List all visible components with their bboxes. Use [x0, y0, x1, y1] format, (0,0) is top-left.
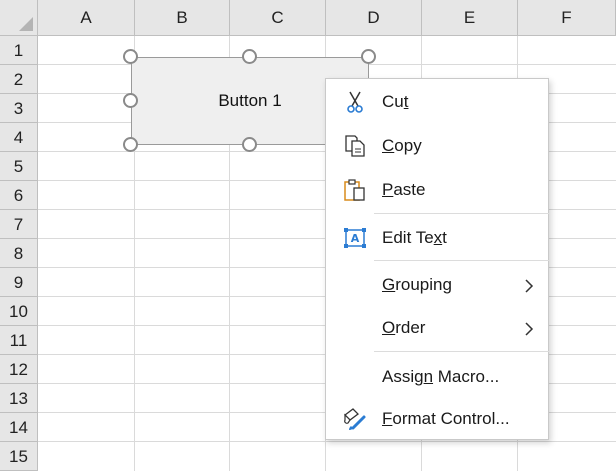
- chevron-right-icon: [522, 278, 536, 293]
- row-header-15[interactable]: 15: [0, 442, 38, 471]
- menu-separator: [374, 260, 549, 261]
- menu-item-paste[interactable]: Paste: [326, 170, 548, 210]
- format-control-icon: [342, 406, 368, 432]
- chevron-right-icon: [522, 321, 536, 336]
- gridline: [38, 441, 616, 442]
- row-header-12[interactable]: 12: [0, 355, 38, 384]
- menu-item-label: Grouping: [382, 275, 452, 294]
- menu-separator: [374, 351, 549, 352]
- column-header-f[interactable]: F: [518, 0, 616, 36]
- scissors-icon: [342, 89, 368, 115]
- row-header-11[interactable]: 11: [0, 326, 38, 355]
- resize-handle-top[interactable]: [242, 49, 257, 64]
- select-all-corner[interactable]: [0, 0, 38, 36]
- column-header-c[interactable]: C: [230, 0, 326, 36]
- select-all-triangle-icon: [19, 17, 33, 31]
- row-header-1[interactable]: 1: [0, 36, 38, 65]
- menu-item-cut[interactable]: Cut: [326, 82, 548, 122]
- resize-handle-bottom[interactable]: [242, 137, 257, 152]
- row-header-10[interactable]: 10: [0, 297, 38, 326]
- resize-handle-bottom-left[interactable]: [123, 137, 138, 152]
- menu-separator: [374, 213, 549, 214]
- menu-item-grouping[interactable]: Grouping: [326, 265, 548, 305]
- menu-item-order[interactable]: Order: [326, 308, 548, 348]
- resize-handle-left[interactable]: [123, 93, 138, 108]
- row-header-7[interactable]: 7: [0, 210, 38, 239]
- edit-text-icon: A: [342, 225, 368, 251]
- row-header-14[interactable]: 14: [0, 413, 38, 442]
- column-header-d[interactable]: D: [326, 0, 422, 36]
- row-header-3[interactable]: 3: [0, 94, 38, 123]
- paste-icon: [342, 177, 368, 203]
- svg-text:A: A: [351, 232, 360, 245]
- menu-item-label: Cut: [382, 92, 409, 111]
- resize-handle-top-left[interactable]: [123, 49, 138, 64]
- menu-item-label: Format Control...: [382, 409, 510, 428]
- column-header-b[interactable]: B: [135, 0, 230, 36]
- menu-item-format-control[interactable]: Format Control...: [326, 399, 548, 439]
- spreadsheet-grid[interactable]: A B C D E F 1 2 3 4 5 6 7 8 9 10 11 12 1…: [0, 0, 616, 471]
- resize-handle-top-right[interactable]: [361, 49, 376, 64]
- menu-item-label: Paste: [382, 180, 426, 199]
- menu-item-edit-text[interactable]: A Edit Text: [326, 218, 548, 258]
- menu-item-label: Copy: [382, 136, 422, 155]
- menu-item-label: Edit Text: [382, 228, 447, 247]
- menu-item-label: Assign Macro...: [382, 367, 500, 386]
- column-header-a[interactable]: A: [38, 0, 135, 36]
- row-header-4[interactable]: 4: [0, 123, 38, 152]
- menu-item-assign-macro[interactable]: Assign Macro...: [326, 357, 548, 397]
- row-header-8[interactable]: 8: [0, 239, 38, 268]
- row-header-6[interactable]: 6: [0, 181, 38, 210]
- row-header-9[interactable]: 9: [0, 268, 38, 297]
- row-header-5[interactable]: 5: [0, 152, 38, 181]
- row-header-13[interactable]: 13: [0, 384, 38, 413]
- copy-icon: [342, 133, 368, 159]
- menu-item-label: Order: [382, 318, 426, 337]
- column-header-e[interactable]: E: [422, 0, 518, 36]
- menu-item-copy[interactable]: Copy: [326, 126, 548, 166]
- row-header-2[interactable]: 2: [0, 65, 38, 94]
- form-button-label: Button 1: [218, 91, 282, 110]
- context-menu: Cut Copy Paste A Edit Text Grouping Orde…: [325, 78, 549, 440]
